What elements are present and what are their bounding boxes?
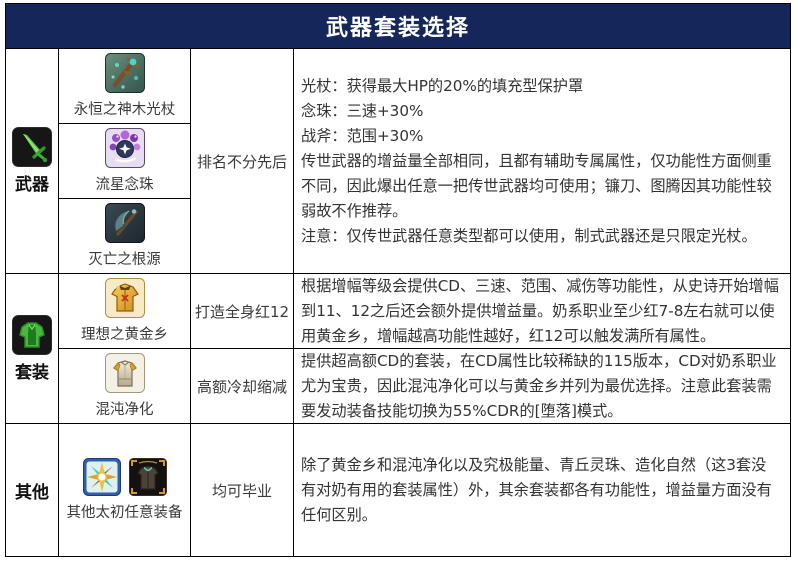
description-cell-weapon: 光杖：获得最大HP的20%的填充型保护罩 念珠：三速+30% 战斧：范围+30%… (294, 49, 790, 273)
axe-item-icon (105, 203, 145, 243)
description-cell-other: 除了黄金乡和混沌净化以及究极能量、青丘灵珠、造化自然（这3套没有对奶有用的套装属… (294, 424, 790, 556)
page-title: 武器套装选择 (326, 10, 470, 42)
table-title-bar: 武器套装选择 (6, 4, 790, 48)
equipment-guide-table: 武器套装选择 武器 (5, 3, 791, 557)
sword-icon (12, 127, 52, 167)
gold-armor-item-icon (105, 278, 145, 318)
category-label-set: 套装 (15, 358, 49, 383)
other-icons-row (83, 458, 167, 496)
category-label-other: 其他 (15, 478, 49, 503)
item-label-other: 其他太初任意装备 (67, 501, 183, 522)
note-cell-gold-armor: 打造全身红12 (191, 274, 293, 348)
category-cell-weapon: 武器 (6, 49, 58, 273)
item-cell-staff: 永恒之神木光杖 (59, 49, 190, 123)
item-label-white-armor: 混沌净化 (96, 398, 154, 419)
burst-item-icon (83, 458, 121, 496)
note-label-gold-armor: 打造全身红12 (195, 301, 289, 322)
description-cell-white-armor: 提供超高额CD的套装，在CD属性比较稀缺的115版本，CD对奶系职业尤为宝贵，因… (294, 349, 790, 423)
note-cell-other: 均可毕业 (191, 424, 293, 556)
category-cell-other: 其他 (6, 424, 58, 556)
item-label-axe: 灭亡之根源 (88, 248, 161, 269)
item-label-gold-armor: 理想之黄金乡 (81, 323, 168, 344)
staff-item-icon (105, 53, 145, 93)
table-grid: 武器 永恒之神木光杖 (6, 48, 790, 556)
category-cell-set: 套装 (6, 274, 58, 423)
item-cell-axe: 灭亡之根源 (59, 199, 190, 273)
description-text-gold-armor: 根据增幅等级会提供CD、三速、范围、减伤等功能性，从史诗开始增幅到11、12之后… (301, 274, 780, 348)
description-cell-gold-armor: 根据增幅等级会提供CD、三速、范围、减伤等功能性，从史诗开始增幅到11、12之后… (294, 274, 790, 348)
category-label-weapon: 武器 (15, 170, 49, 195)
description-text-other: 除了黄金乡和混沌净化以及究极能量、青丘灵珠、造化自然（这3套没有对奶有用的套装属… (301, 453, 780, 528)
description-text-weapon: 光杖：获得最大HP的20%的填充型保护罩 念珠：三速+30% 战斧：范围+30%… (301, 74, 780, 249)
note-cell-white-armor: 高额冷却缩减 (191, 349, 293, 423)
item-cell-gold-armor: 理想之黄金乡 (59, 274, 190, 348)
beads-item-icon (105, 128, 145, 168)
armor-icon (12, 315, 52, 355)
dark-armor-item-icon (129, 458, 167, 496)
note-label-other: 均可毕业 (212, 480, 272, 501)
description-text-white-armor: 提供超高额CD的套装，在CD属性比较稀缺的115版本，CD对奶系职业尤为宝贵，因… (301, 349, 780, 423)
item-cell-white-armor: 混沌净化 (59, 349, 190, 423)
item-cell-beads: 流星念珠 (59, 124, 190, 198)
item-label-beads: 流星念珠 (96, 173, 154, 194)
note-label-weapon: 排名不分先后 (197, 151, 287, 172)
white-armor-item-icon (105, 353, 145, 393)
item-cell-other: 其他太初任意装备 (59, 424, 190, 556)
item-label-staff: 永恒之神木光杖 (74, 98, 176, 119)
note-cell-weapon: 排名不分先后 (191, 49, 293, 273)
note-label-white-armor: 高额冷却缩减 (197, 376, 287, 397)
